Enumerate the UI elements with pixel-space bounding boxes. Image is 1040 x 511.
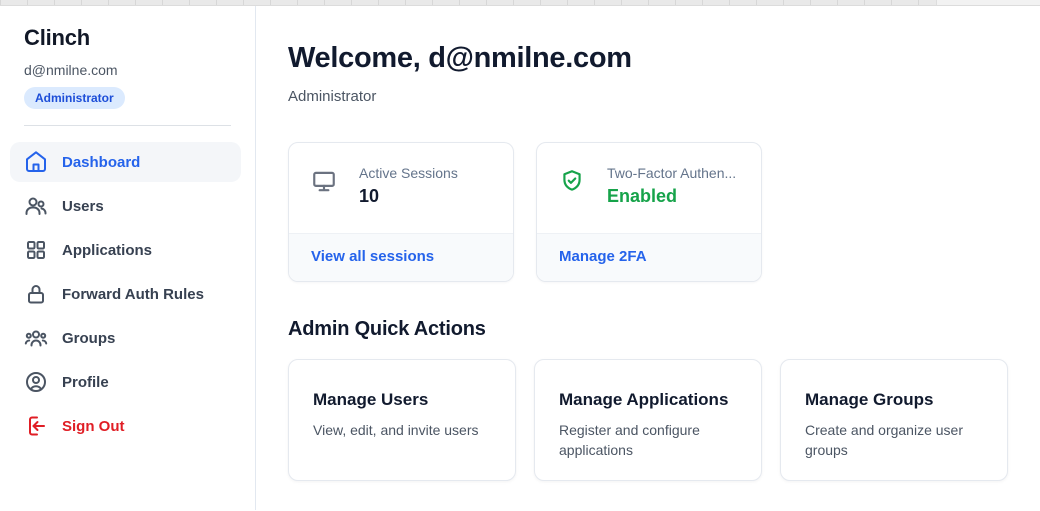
action-card-manage-applications[interactable]: Manage Applications Register and configu… [534, 359, 762, 481]
sidebar-item-users[interactable]: Users [10, 186, 241, 226]
sidebar-item-label: Sign Out [62, 418, 125, 435]
action-description: Create and organize user groups [805, 420, 983, 461]
stat-card-body: Active Sessions 10 [289, 143, 513, 233]
action-description: View, edit, and invite users [313, 420, 491, 440]
role-badge: Administrator [24, 87, 125, 109]
grid-icon [24, 238, 48, 262]
sidebar-item-groups[interactable]: Groups [10, 318, 241, 358]
stat-label: Two-Factor Authen... [607, 165, 736, 181]
sidebar-nav: Dashboard Users Applications Forward Aut… [10, 142, 241, 446]
stat-value: 10 [359, 186, 458, 207]
sidebar-item-applications[interactable]: Applications [10, 230, 241, 270]
action-title: Manage Users [313, 390, 491, 410]
quick-actions-title: Admin Quick Actions [288, 318, 1040, 341]
sidebar-item-label: Applications [62, 242, 152, 259]
stat-label: Active Sessions [359, 165, 458, 181]
stat-text: Active Sessions 10 [359, 165, 458, 207]
sidebar-item-label: Groups [62, 330, 115, 347]
sidebar-item-sign-out[interactable]: Sign Out [10, 406, 241, 446]
stat-card-footer: View all sessions [289, 233, 513, 281]
scrollbar-corner [936, 0, 1040, 5]
groups-icon [24, 326, 48, 350]
sidebar-item-label: Forward Auth Rules [62, 286, 204, 303]
user-email: d@nmilne.com [24, 62, 231, 78]
action-card-manage-groups[interactable]: Manage Groups Create and organize user g… [780, 359, 1008, 481]
shield-check-icon [559, 168, 585, 194]
view-all-sessions-link[interactable]: View all sessions [311, 248, 434, 265]
sidebar-item-dashboard[interactable]: Dashboard [10, 142, 241, 182]
quick-actions-row: Manage Users View, edit, and invite user… [288, 359, 1040, 481]
sidebar-item-label: Dashboard [62, 154, 140, 171]
stat-value: Enabled [607, 186, 736, 207]
action-description: Register and configure applications [559, 420, 737, 461]
stat-card-active-sessions: Active Sessions 10 View all sessions [288, 142, 514, 282]
lock-icon [24, 282, 48, 306]
sign-out-icon [24, 414, 48, 438]
stat-card-two-factor: Two-Factor Authen... Enabled Manage 2FA [536, 142, 762, 282]
sidebar-item-forward-auth-rules[interactable]: Forward Auth Rules [10, 274, 241, 314]
sidebar-item-profile[interactable]: Profile [10, 362, 241, 402]
stat-card-body: Two-Factor Authen... Enabled [537, 143, 761, 233]
home-icon [24, 150, 48, 174]
action-card-manage-users[interactable]: Manage Users View, edit, and invite user… [288, 359, 516, 481]
app-container: Clinch d@nmilne.com Administrator Dashbo… [0, 6, 1040, 510]
sidebar-item-label: Users [62, 198, 104, 215]
users-icon [24, 194, 48, 218]
manage-2fa-link[interactable]: Manage 2FA [559, 248, 647, 265]
sidebar: Clinch d@nmilne.com Administrator Dashbo… [0, 6, 256, 510]
app-logo: Clinch [24, 25, 231, 51]
monitor-icon [311, 168, 337, 194]
action-title: Manage Groups [805, 390, 983, 410]
sidebar-item-label: Profile [62, 374, 109, 391]
action-title: Manage Applications [559, 390, 737, 410]
profile-icon [24, 370, 48, 394]
stat-card-row: Active Sessions 10 View all sessions Two… [288, 142, 1040, 282]
stat-text: Two-Factor Authen... Enabled [607, 165, 736, 207]
main-content: Welcome, d@nmilne.com Administrator Acti… [256, 6, 1040, 510]
sidebar-divider [24, 125, 231, 126]
stat-card-footer: Manage 2FA [537, 233, 761, 281]
page-subtitle: Administrator [288, 88, 1040, 105]
browser-edge-strip [0, 0, 1040, 6]
page-title: Welcome, d@nmilne.com [288, 42, 1040, 75]
